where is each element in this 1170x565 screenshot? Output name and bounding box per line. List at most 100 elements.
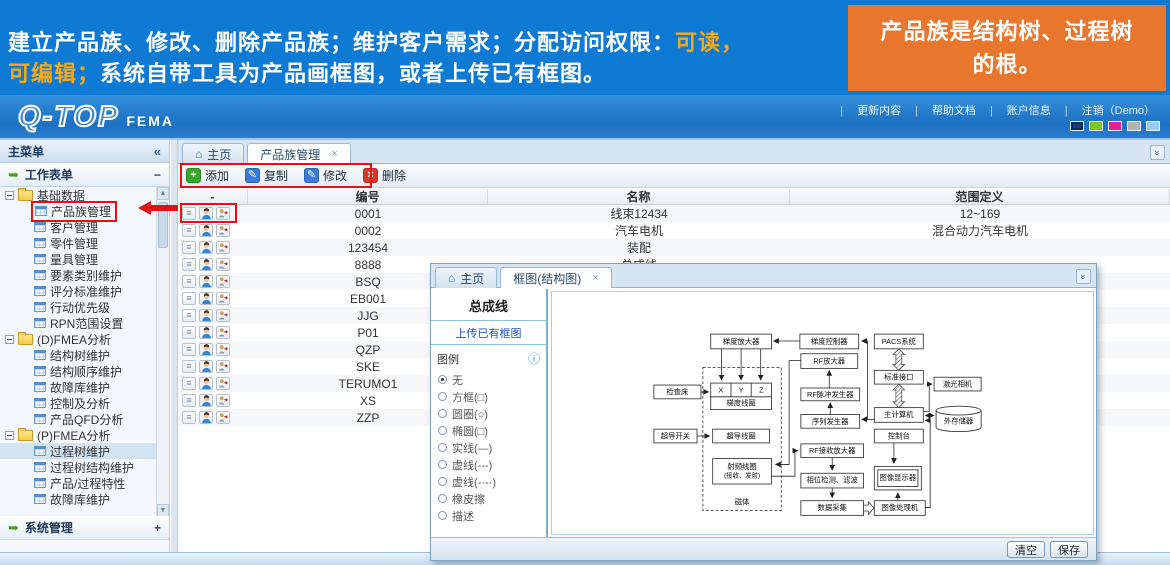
sidebar-section-system[interactable]: ➥ 系统管理 + [0, 516, 169, 540]
dialog-tab-overflow-chevron[interactable]: » [1076, 269, 1091, 284]
column-header-actions[interactable]: - [178, 189, 248, 204]
enter-share-icon[interactable] [216, 224, 230, 237]
legend-option[interactable]: 方框(□) [438, 388, 546, 405]
sidebar-tree-item[interactable]: 量具管理 [0, 251, 157, 267]
user-permission-icon[interactable] [199, 258, 213, 271]
theme-swatch[interactable] [1146, 121, 1160, 131]
legend-option[interactable]: 椭圆(□) [438, 422, 546, 439]
sidebar-tree-item[interactable]: (D)FMEA分析 [0, 331, 157, 347]
sidebar-tree-item[interactable]: 过程树结构维护 [0, 459, 157, 475]
user-permission-icon[interactable] [199, 309, 213, 322]
sidebar-tree-item[interactable]: 要素类别维护 [0, 267, 157, 283]
legend-option[interactable]: 实线(—) [438, 439, 546, 456]
radio-icon[interactable] [438, 460, 447, 469]
user-permission-icon[interactable] [199, 292, 213, 305]
detail-icon[interactable]: ≡ [182, 343, 196, 356]
sidebar-tree-item[interactable]: 产品/过程特性 [0, 475, 157, 491]
info-icon[interactable]: ⓘ [528, 350, 540, 367]
radio-icon[interactable] [438, 426, 447, 435]
close-tab-icon[interactable]: × [331, 148, 337, 160]
column-header-scope[interactable]: 范围定义 [790, 189, 1170, 204]
detail-icon[interactable]: ≡ [182, 207, 196, 220]
column-header-name[interactable]: 名称 [488, 189, 790, 204]
radio-icon[interactable] [438, 477, 447, 486]
close-tab-icon[interactable]: × [592, 272, 598, 284]
save-button[interactable]: 保存 [1050, 541, 1088, 558]
section-expand-toggle[interactable]: + [154, 521, 161, 535]
sidebar-tree-item[interactable]: 评分标准维护 [0, 283, 157, 299]
user-permission-icon[interactable] [199, 360, 213, 373]
detail-icon[interactable]: ≡ [182, 292, 196, 305]
sidebar-tree-item[interactable]: (P)FMEA分析 [0, 427, 157, 443]
legend-option[interactable]: 虚线(-·-·) [438, 473, 546, 490]
enter-share-icon[interactable] [216, 326, 230, 339]
table-row[interactable]: ≡ 0001 线束12434 12~169 [178, 205, 1170, 222]
user-permission-icon[interactable] [199, 275, 213, 288]
detail-icon[interactable]: ≡ [182, 377, 196, 390]
radio-icon[interactable] [438, 375, 447, 384]
enter-share-icon[interactable] [216, 411, 230, 424]
tree-expander-icon[interactable] [5, 335, 14, 344]
detail-icon[interactable]: ≡ [182, 394, 196, 407]
header-link[interactable]: 注销（Demo） [1058, 102, 1162, 118]
sidebar-tree-item[interactable]: 行动优先级 [0, 299, 157, 315]
legend-option[interactable]: 虚线(---) [438, 456, 546, 473]
legend-option[interactable]: 圆圈(○) [438, 405, 546, 422]
legend-option[interactable]: 描述 [438, 507, 546, 524]
collapse-sidebar-icon[interactable]: « [154, 144, 161, 159]
tab-overflow-chevron[interactable]: » [1150, 145, 1165, 160]
sidebar-tree-item[interactable]: 零件管理 [0, 235, 157, 251]
header-link[interactable]: 账户信息 [983, 102, 1058, 118]
user-permission-icon[interactable] [199, 394, 213, 407]
user-permission-icon[interactable] [199, 241, 213, 254]
legend-option[interactable]: 无 [438, 371, 546, 388]
detail-icon[interactable]: ≡ [182, 360, 196, 373]
tab-product-family[interactable]: 产品族管理 × [247, 143, 350, 164]
radio-icon[interactable] [438, 409, 447, 418]
sidebar-tree-item[interactable]: 控制及分析 [0, 395, 157, 411]
diagram-canvas[interactable]: 梯度放大器 梯度控制器 PACS系统 RF放大器 标准接口 激光相机 检查床 X… [551, 291, 1094, 535]
enter-share-icon[interactable] [216, 309, 230, 322]
column-header-code[interactable]: 编号 [248, 189, 488, 204]
sidebar-scrollbar[interactable]: ▲ ▼ [156, 187, 169, 517]
scroll-up-icon[interactable]: ▲ [157, 187, 169, 200]
enter-share-icon[interactable] [216, 292, 230, 305]
theme-swatch[interactable] [1070, 121, 1084, 131]
radio-icon[interactable] [438, 392, 447, 401]
enter-share-icon[interactable] [216, 377, 230, 390]
sidebar-tree-item[interactable]: 客户管理 [0, 219, 157, 235]
copy-button[interactable]: ✎ 复制 [245, 167, 288, 184]
section-collapse-toggle[interactable]: − [154, 168, 161, 182]
dialog-tab-home[interactable]: ⌂ 主页 [435, 267, 497, 288]
dialog-tab-block-diagram[interactable]: 框图(结构图) × [500, 267, 611, 288]
tree-expander-icon[interactable] [5, 431, 14, 440]
table-row[interactable]: ≡ 123454 装配 [178, 239, 1170, 256]
add-button[interactable]: + 添加 [186, 167, 229, 184]
sidebar-tree-item[interactable]: 产品QFD分析 [0, 411, 157, 427]
sidebar-tree-item[interactable]: 故障库维护 [0, 379, 157, 395]
header-link[interactable]: 帮助文档 [908, 102, 983, 118]
edit-button[interactable]: ✎ 修改 [304, 167, 347, 184]
detail-icon[interactable]: ≡ [182, 258, 196, 271]
sidebar-tree-item[interactable]: 结构树维护 [0, 347, 157, 363]
sidebar-tree-item[interactable]: 故障库维护 [0, 491, 157, 507]
user-permission-icon[interactable] [199, 207, 213, 220]
radio-icon[interactable] [438, 494, 447, 503]
enter-share-icon[interactable] [216, 394, 230, 407]
radio-icon[interactable] [438, 511, 447, 520]
detail-icon[interactable]: ≡ [182, 241, 196, 254]
theme-swatch[interactable] [1127, 121, 1141, 131]
table-row[interactable]: ≡ 0002 汽车电机 混合动力汽车电机 [178, 222, 1170, 239]
delete-button[interactable]: × 删除 [363, 167, 406, 184]
sidebar-section-worksheets[interactable]: ➥ 工作表单 − [0, 163, 169, 187]
sidebar-tree-item[interactable]: 过程树维护 [0, 443, 157, 459]
enter-share-icon[interactable] [216, 241, 230, 254]
theme-swatch[interactable] [1089, 121, 1103, 131]
detail-icon[interactable]: ≡ [182, 411, 196, 424]
sidebar-tree-item[interactable]: 结构顺序维护 [0, 363, 157, 379]
enter-share-icon[interactable] [216, 207, 230, 220]
user-permission-icon[interactable] [199, 326, 213, 339]
detail-icon[interactable]: ≡ [182, 326, 196, 339]
detail-icon[interactable]: ≡ [182, 224, 196, 237]
enter-share-icon[interactable] [216, 275, 230, 288]
